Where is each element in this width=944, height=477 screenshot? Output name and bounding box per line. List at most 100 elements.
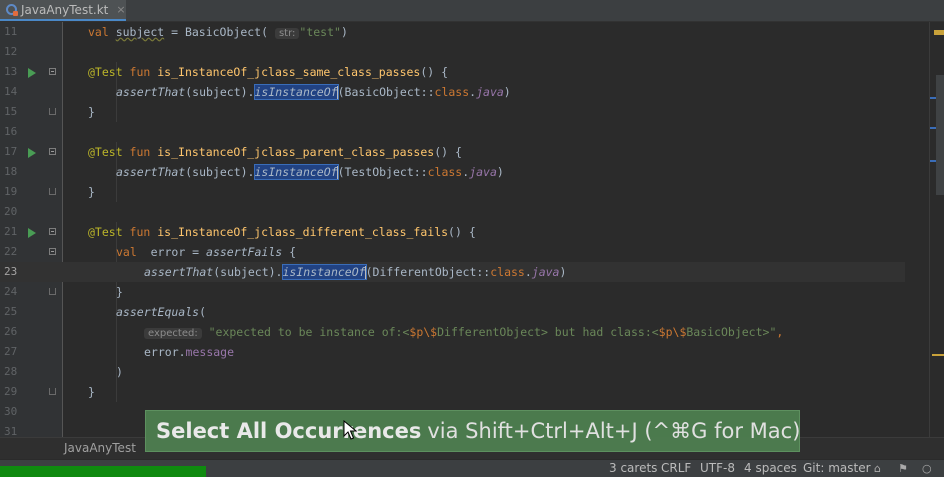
code-token: () { bbox=[448, 225, 476, 239]
line-number: 17 bbox=[4, 145, 18, 158]
function-call: assertFails bbox=[206, 245, 283, 259]
tooltip-action: Select All Occurrences bbox=[156, 419, 422, 443]
code-line-current[interactable]: 23 assertThat(subject).isInstanceOf(Diff… bbox=[0, 262, 905, 282]
code-line[interactable]: 24 } bbox=[0, 282, 905, 302]
code-text: } bbox=[88, 385, 95, 399]
inspector-icon[interactable]: ⚑ bbox=[898, 463, 909, 474]
line-number: 20 bbox=[4, 205, 18, 218]
tab-filename: JavaAnyTest.kt bbox=[21, 2, 109, 17]
run-test-icon[interactable] bbox=[28, 148, 36, 158]
code-token: . bbox=[524, 265, 532, 279]
keyword: fun bbox=[122, 145, 158, 159]
line-number: 25 bbox=[4, 305, 18, 318]
code-token: (DifferentObject:: bbox=[365, 265, 491, 279]
run-test-icon[interactable] bbox=[28, 68, 36, 78]
code-text: } bbox=[116, 285, 123, 299]
code-token: ) bbox=[340, 25, 348, 39]
keyword: val bbox=[88, 25, 116, 39]
breadcrumb-item[interactable]: JavaAnyTest bbox=[64, 441, 136, 455]
progress-bar bbox=[0, 466, 206, 477]
indent-setting[interactable]: 4 spaces bbox=[744, 461, 797, 475]
code-line[interactable]: 20 bbox=[0, 202, 905, 222]
selected-occurrence: isInstanceOf bbox=[253, 164, 339, 180]
fold-end-icon[interactable] bbox=[49, 188, 56, 195]
caret-count[interactable]: 3 carets bbox=[609, 461, 657, 475]
property: message bbox=[185, 345, 235, 359]
code-token: (BasicObject:: bbox=[337, 85, 435, 99]
code-line[interactable]: 29 } bbox=[0, 382, 905, 402]
string-literal: BasicObject>" bbox=[686, 325, 777, 339]
fold-icon[interactable] bbox=[49, 148, 56, 155]
event-log-icon[interactable]: ○ bbox=[922, 463, 933, 474]
fold-icon[interactable] bbox=[49, 228, 56, 235]
code-text: assertThat(subject).isInstanceOf(BasicOb… bbox=[116, 82, 511, 102]
code-line[interactable]: 19 } bbox=[0, 182, 905, 202]
code-text: assertEquals( bbox=[116, 302, 206, 322]
run-test-icon[interactable] bbox=[28, 228, 36, 238]
code-text: val error = assertFails { bbox=[116, 242, 296, 262]
property: java bbox=[531, 265, 560, 279]
code-line[interactable]: 12 bbox=[0, 42, 905, 62]
function-call: assertThat bbox=[116, 85, 186, 99]
annotation: @Test bbox=[88, 65, 123, 79]
code-token: ( bbox=[199, 305, 207, 319]
code-token: (TestObject:: bbox=[337, 165, 428, 179]
function-call: assertThat bbox=[116, 165, 186, 179]
string-literal: "test" bbox=[299, 25, 341, 39]
code-line[interactable]: 15 } bbox=[0, 102, 905, 122]
code-line[interactable]: 26 expected: "expected to be instance of… bbox=[0, 322, 905, 342]
scrollbar-thumb[interactable] bbox=[936, 75, 944, 195]
line-number: 14 bbox=[4, 85, 18, 98]
mouse-cursor-icon bbox=[343, 420, 357, 440]
close-tab-icon[interactable]: × bbox=[116, 3, 125, 16]
scroll-marker[interactable] bbox=[934, 30, 944, 35]
code-line[interactable]: 27 error.message bbox=[0, 342, 905, 362]
code-line[interactable]: 11 val subject = BasicObject( str: "test"… bbox=[0, 22, 905, 42]
code-line[interactable]: 13 @Test fun is_InstanceOf_jclass_same_c… bbox=[0, 62, 905, 82]
scroll-marker[interactable] bbox=[932, 354, 944, 356]
code-text: val subject = BasicObject( str: "test") bbox=[88, 22, 348, 44]
code-text: assertThat(subject).isInstanceOf(TestObj… bbox=[116, 162, 504, 182]
code-line[interactable]: 25 assertEquals( bbox=[0, 302, 905, 322]
code-line[interactable]: 28 ) bbox=[0, 362, 905, 382]
fold-end-icon[interactable] bbox=[49, 108, 56, 115]
code-line[interactable]: 22 val error = assertFails { bbox=[0, 242, 905, 262]
line-number: 27 bbox=[4, 345, 18, 358]
code-token: () { bbox=[420, 65, 449, 79]
code-line[interactable]: 21 @Test fun is_InstanceOf_jclass_differ… bbox=[0, 222, 905, 242]
keyword: class bbox=[490, 265, 525, 279]
line-number: 16 bbox=[4, 125, 18, 138]
fold-icon[interactable] bbox=[49, 248, 56, 255]
shortcut-tooltip: Select All Occurrences via Shift+Ctrl+Al… bbox=[145, 410, 800, 452]
function-name: is_InstanceOf_jclass_different_class_fai… bbox=[157, 225, 449, 239]
fold-end-icon[interactable] bbox=[49, 388, 56, 395]
kotlin-file-icon bbox=[6, 4, 18, 16]
code-token: (subject). bbox=[213, 265, 283, 279]
keyword: class bbox=[427, 165, 463, 179]
line-number: 19 bbox=[4, 185, 18, 198]
vcs-branch[interactable]: Git: master bbox=[803, 461, 871, 475]
fold-icon[interactable] bbox=[49, 68, 56, 75]
keyword: class bbox=[434, 85, 470, 99]
code-line[interactable]: 14 assertThat(subject).isInstanceOf(Basi… bbox=[0, 82, 905, 102]
code-token: ) bbox=[496, 165, 504, 179]
identifier: subject bbox=[115, 25, 165, 39]
fold-end-icon[interactable] bbox=[49, 288, 56, 295]
lock-icon[interactable]: ⌂ bbox=[874, 463, 885, 474]
line-number: 28 bbox=[4, 365, 18, 378]
line-separator[interactable]: CRLF bbox=[661, 461, 691, 475]
line-number: 23 bbox=[4, 265, 18, 278]
parameter-hint: expected: bbox=[144, 328, 202, 339]
line-number: 24 bbox=[4, 285, 18, 298]
right-margin-guide bbox=[929, 22, 930, 440]
tooltip-shortcut: via Shift+Ctrl+Alt+J (^⌘G for Mac) bbox=[427, 419, 801, 443]
editor-tab-javaanytest[interactable]: JavaAnyTest.kt × bbox=[0, 0, 126, 21]
code-line[interactable]: 16 bbox=[0, 122, 905, 142]
line-number: 29 bbox=[4, 385, 18, 398]
code-line[interactable]: 18 assertThat(subject).isInstanceOf(Test… bbox=[0, 162, 905, 182]
code-line[interactable]: 17 @Test fun is_InstanceOf_jclass_parent… bbox=[0, 142, 905, 162]
annotation: @Test bbox=[88, 145, 123, 159]
code-text: @Test fun is_InstanceOf_jclass_same_clas… bbox=[88, 62, 448, 82]
status-bar: 3 carets CRLF UTF-8 4 spaces Git: master… bbox=[0, 459, 944, 477]
file-encoding[interactable]: UTF-8 bbox=[700, 461, 735, 475]
